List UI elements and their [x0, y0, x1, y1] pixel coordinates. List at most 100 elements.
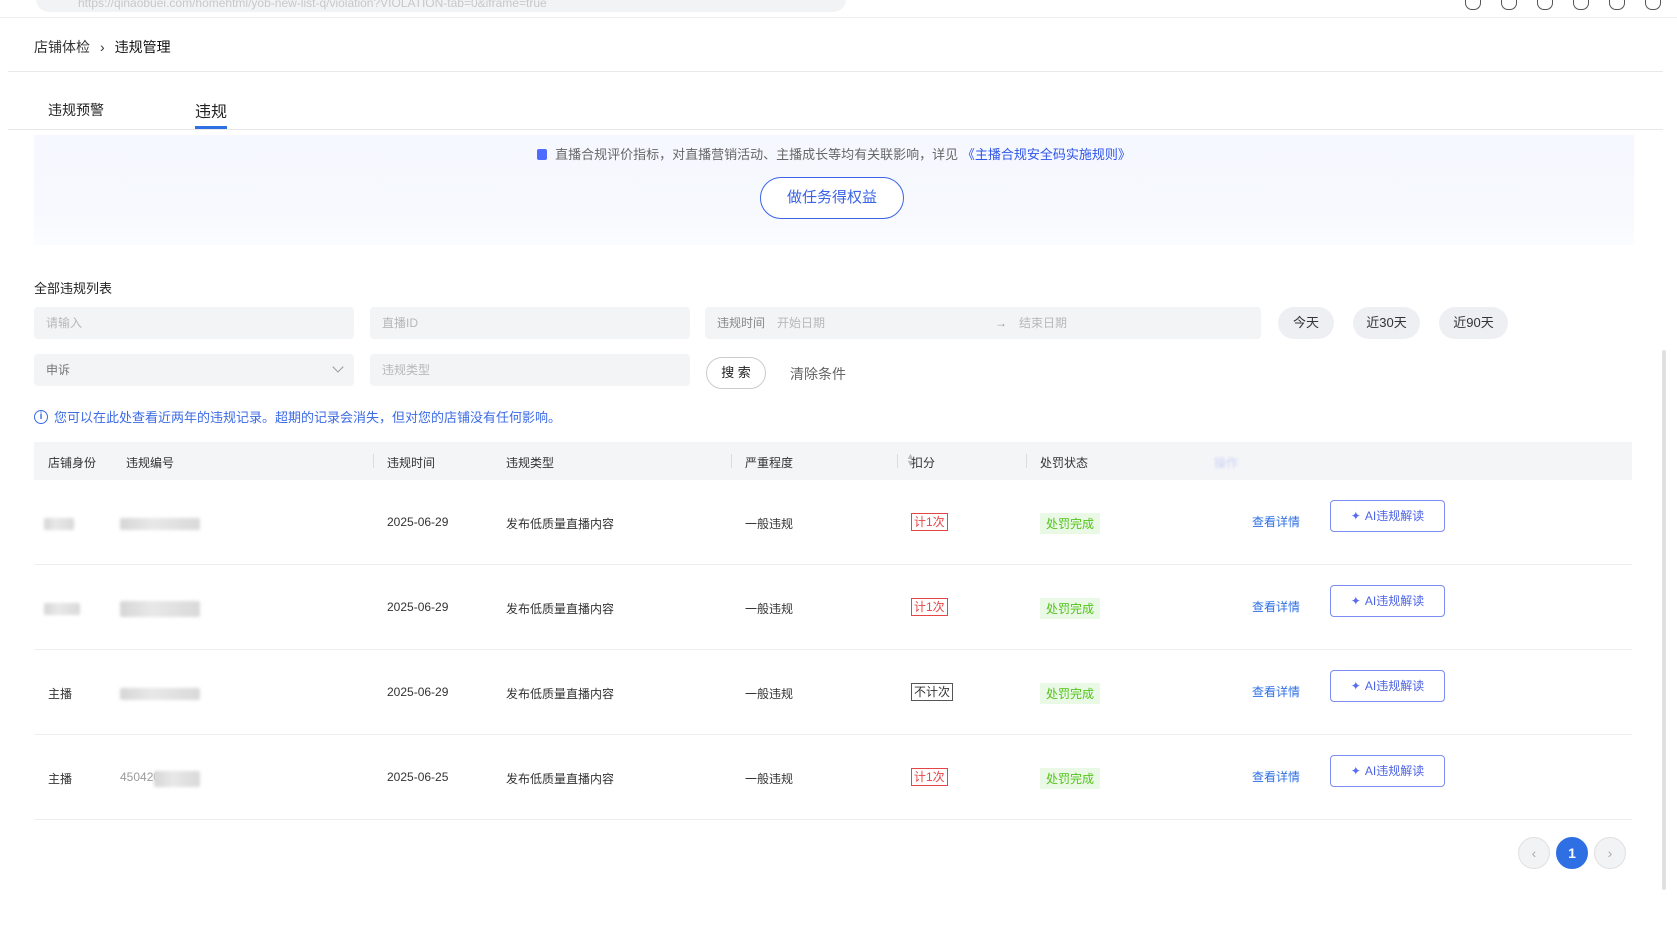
rules-link[interactable]: 《主播合规安全码实施规则》	[962, 147, 1131, 162]
chevron-right-icon: ›	[100, 39, 105, 55]
severity: 一般违规	[745, 517, 794, 531]
notice-text: 您可以在此处查看近两年的违规记录。超期的记录会消失，但对您的店铺没有任何影响。	[54, 410, 562, 425]
compliance-banner: 直播合规评价指标，对直播营销活动、主播成长等均有关联影响，详见 《主播合规安全码…	[34, 135, 1634, 245]
violation-id-redacted	[120, 688, 200, 700]
th-status: 处罚状态	[1025, 454, 1089, 470]
sparkle-icon: ✦	[1350, 679, 1361, 693]
status-badge: 处罚完成	[1040, 768, 1101, 789]
info-icon: i	[34, 409, 48, 424]
clear-filters-link[interactable]: 清除条件	[790, 364, 846, 384]
ai-explain-button[interactable]: ✦ AI违规解读	[1330, 585, 1445, 617]
view-detail-link[interactable]: 查看详情	[1252, 768, 1300, 785]
store-identity: 主播	[48, 772, 73, 786]
view-detail-link[interactable]: 查看详情	[1252, 598, 1300, 615]
table-header: 店铺身份 违规编号 违规时间 违规类型 严重程度 ▲ ▼ 扣分 处罚状态 操作	[34, 442, 1632, 480]
table-row: 主播 2025-06-29 发布低质量直播内容 一般违规 不计次 处罚完成 查看…	[34, 650, 1632, 735]
deduct-badge: 计1次	[911, 768, 948, 786]
pagination: ‹ 1 ›	[1518, 837, 1626, 869]
identity-redacted	[44, 518, 74, 530]
banner-text-line: 直播合规评价指标，对直播营销活动、主播成长等均有关联影响，详见 《主播合规安全码…	[34, 144, 1634, 163]
violation-time: 2025-06-29	[387, 685, 449, 699]
store-identity: 主播	[48, 687, 73, 701]
th-severity: 严重程度	[730, 454, 794, 470]
sparkle-icon: ✦	[1350, 764, 1361, 778]
start-date-input[interactable]: 开始日期	[777, 316, 825, 330]
appeal-select-value: 申诉	[46, 363, 71, 377]
date-range-label: 违规时间	[717, 316, 766, 330]
violation-type: 发布低质量直播内容	[506, 772, 615, 786]
violation-id-redacted	[154, 771, 200, 787]
end-date-input[interactable]: 结束日期	[1019, 307, 1067, 339]
extension-icon[interactable]	[1465, 0, 1481, 10]
tab-violation-warning[interactable]: 违规预警	[48, 100, 104, 120]
view-detail-link[interactable]: 查看详情	[1252, 513, 1300, 530]
identity-redacted	[44, 603, 80, 615]
vertical-scrollbar[interactable]	[1662, 350, 1666, 890]
violation-type: 发布低质量直播内容	[506, 517, 615, 531]
violation-type: 发布低质量直播内容	[506, 602, 615, 616]
breadcrumb: 店铺体检 › 违规管理	[34, 37, 171, 57]
severity: 一般违规	[745, 687, 794, 701]
th-deduct: 扣分	[896, 454, 936, 470]
store-input[interactable]: 请输入	[34, 307, 354, 339]
browser-toolbar: https://qinaobuei.com/homehtml/yob-new-l…	[0, 0, 1677, 18]
status-badge: 处罚完成	[1040, 683, 1101, 704]
address-bar[interactable]: https://qinaobuei.com/homehtml/yob-new-l…	[36, 0, 846, 12]
th-violation-id: 违规编号	[126, 456, 175, 470]
breadcrumb-current: 违规管理	[114, 39, 171, 55]
tab-violation[interactable]: 违规	[195, 98, 228, 129]
th-violation-type: 违规类型	[506, 456, 555, 470]
do-task-button[interactable]: 做任务得权益	[760, 177, 904, 219]
chevron-down-icon	[332, 361, 344, 373]
severity: 一般违规	[745, 772, 794, 786]
deduct-badge: 不计次	[911, 683, 954, 701]
ai-explain-button[interactable]: ✦ AI违规解读	[1330, 670, 1445, 702]
history-icon[interactable]	[1609, 0, 1625, 10]
violation-type: 发布低质量直播内容	[506, 687, 615, 701]
th-violation-time: 违规时间	[372, 454, 436, 470]
store-input-placeholder: 请输入	[46, 316, 83, 330]
quick-30-days-button[interactable]: 近30天	[1353, 307, 1420, 339]
th-actions: 操作	[1214, 456, 1239, 470]
retention-notice: i 您可以在此处查看近两年的违规记录。超期的记录会消失，但对您的店铺没有任何影响…	[34, 407, 561, 426]
table-row: 2025-06-29 发布低质量直播内容 一般违规 计1次 处罚完成 查看详情 …	[34, 480, 1632, 565]
table-row: 主播 450420 2025-06-25 发布低质量直播内容 一般违规 计1次 …	[34, 735, 1632, 820]
search-button[interactable]: 搜 索	[706, 357, 766, 389]
quick-today-button[interactable]: 今天	[1278, 307, 1334, 339]
appeal-select[interactable]: 申诉	[34, 354, 354, 386]
date-range-picker[interactable]: 违规时间 开始日期 → 结束日期	[705, 307, 1261, 339]
ai-explain-label: AI违规解读	[1364, 764, 1425, 778]
ai-explain-button[interactable]: ✦ AI违规解读	[1330, 755, 1445, 787]
ai-explain-label: AI违规解读	[1364, 594, 1425, 608]
bookmark-icon[interactable]	[1537, 0, 1553, 10]
violation-id-redacted	[120, 601, 200, 617]
tab-bar: 违规预警 违规	[8, 98, 1663, 130]
quick-90-days-button[interactable]: 近90天	[1439, 307, 1508, 339]
table-row: 2025-06-29 发布低质量直播内容 一般违规 计1次 处罚完成 查看详情 …	[34, 565, 1632, 650]
violation-type-input[interactable]: 违规类型	[370, 354, 690, 386]
page-1-button[interactable]: 1	[1556, 837, 1588, 869]
header-divider	[8, 71, 1663, 72]
breadcrumb-parent[interactable]: 店铺体检	[34, 37, 90, 57]
download-icon[interactable]	[1501, 0, 1517, 10]
address-bar-url: https://qinaobuei.com/homehtml/yob-new-l…	[78, 0, 547, 10]
view-detail-link[interactable]: 查看详情	[1252, 683, 1300, 700]
status-badge: 处罚完成	[1040, 513, 1101, 534]
live-id-input[interactable]: 直播ID	[370, 307, 690, 339]
ai-explain-button[interactable]: ✦ AI违规解读	[1330, 500, 1445, 532]
browser-actions	[1465, 0, 1661, 10]
next-page-button[interactable]: ›	[1594, 837, 1626, 869]
clipboard-icon[interactable]	[1573, 0, 1589, 10]
status-badge: 处罚完成	[1040, 598, 1101, 619]
deduct-badge: 计1次	[911, 598, 948, 616]
sparkle-icon: ✦	[1350, 509, 1361, 523]
severity: 一般违规	[745, 602, 794, 616]
ai-explain-label: AI违规解读	[1364, 509, 1425, 523]
violation-id-redacted	[120, 518, 200, 530]
chat-icon[interactable]	[1645, 0, 1661, 10]
section-title: 全部违规列表	[34, 281, 113, 296]
ai-explain-label: AI违规解读	[1364, 679, 1425, 693]
violation-time: 2025-06-29	[387, 600, 449, 614]
prev-page-button[interactable]: ‹	[1518, 837, 1550, 869]
live-id-placeholder: 直播ID	[382, 316, 419, 330]
